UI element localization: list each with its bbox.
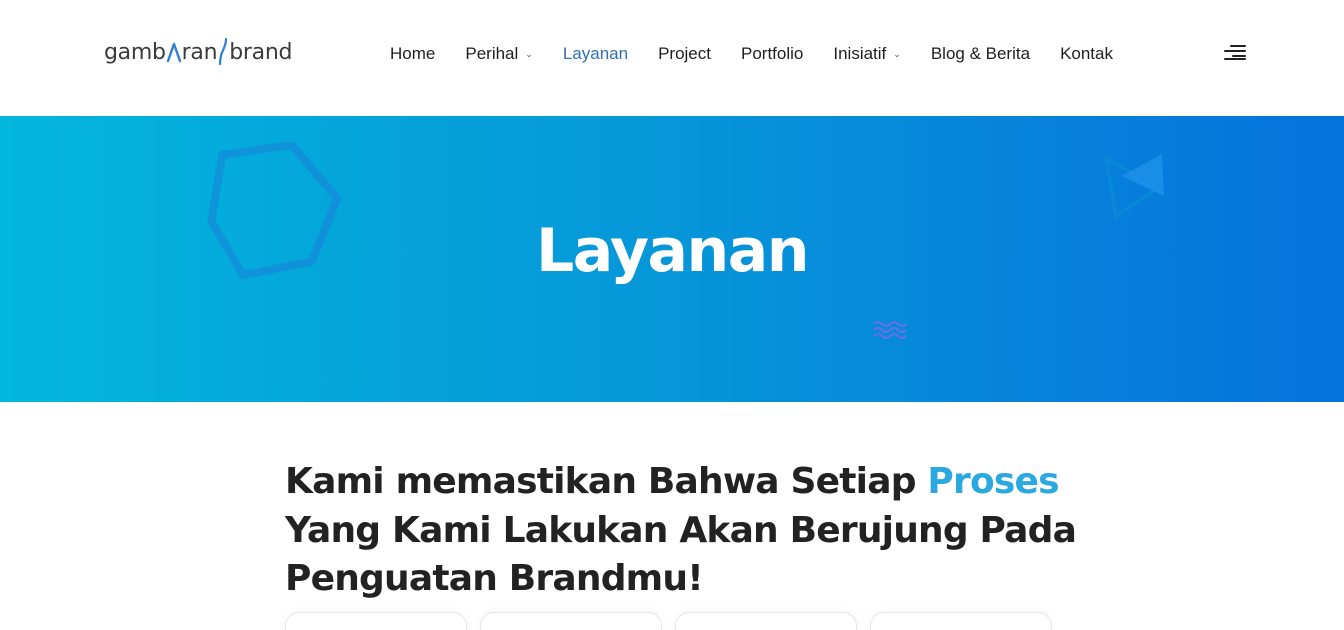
hero-banner: Layanan [0, 116, 1344, 402]
chevron-down-icon: ⌄ [525, 48, 533, 59]
nav-item-inisiatif[interactable]: Inisiatif ⌄ [833, 44, 900, 64]
nav-label: Perihal [465, 44, 519, 63]
logo-text-mid: ran [181, 39, 218, 65]
service-tab[interactable] [285, 612, 467, 630]
nav-item-portfolio[interactable]: Portfolio [741, 44, 803, 64]
service-tab[interactable] [480, 612, 662, 630]
nav-item-layanan[interactable]: Layanan [563, 44, 628, 64]
heading-text-start: Kami memastikan Bahwa Setiap [285, 461, 928, 502]
section-heading: Kami memastikan Bahwa Setiap Proses Yang… [285, 458, 1085, 604]
nav-label: Blog & Berita [930, 44, 1031, 63]
nav-label: Home [390, 44, 436, 63]
logo-slash-icon [219, 37, 228, 66]
nav-item-home[interactable]: Home [390, 44, 435, 64]
main-nav: Home Perihal ⌄ Layanan Project Portfolio… [390, 40, 1143, 68]
heading-highlight: Proses [927, 461, 1059, 502]
chevron-down-icon: ⌄ [893, 48, 901, 59]
site-header: gamb ran brand Home Perihal ⌄ Layanan Pr… [0, 0, 1344, 116]
nav-label: Portfolio [740, 44, 804, 63]
triangle-arrow-icon [1104, 154, 1164, 218]
nav-label: Kontak [1060, 44, 1113, 63]
menu-lines-icon[interactable] [1222, 44, 1246, 62]
page-title: Layanan [536, 216, 809, 286]
site-logo[interactable]: gamb ran brand [104, 36, 292, 68]
service-tab[interactable] [870, 612, 1052, 630]
nav-label: Inisiatif [833, 44, 887, 63]
wave-lines-icon [873, 321, 907, 339]
service-tab[interactable] [675, 612, 857, 630]
heading-text-end: Yang Kami Lakukan Akan Berujung Pada Pen… [285, 509, 1077, 600]
nav-item-project[interactable]: Project [658, 44, 711, 64]
nav-item-blog-berita[interactable]: Blog & Berita [931, 44, 1030, 64]
nav-label: Layanan [562, 44, 629, 63]
nav-item-perihal[interactable]: Perihal ⌄ [465, 44, 532, 64]
logo-text-left: gamb [104, 39, 166, 65]
logo-text-right: brand [229, 39, 293, 65]
logo-chevron-icon [166, 42, 181, 63]
nav-label: Project [658, 44, 711, 63]
service-tabs [285, 612, 1065, 630]
nav-item-kontak[interactable]: Kontak [1060, 44, 1113, 64]
